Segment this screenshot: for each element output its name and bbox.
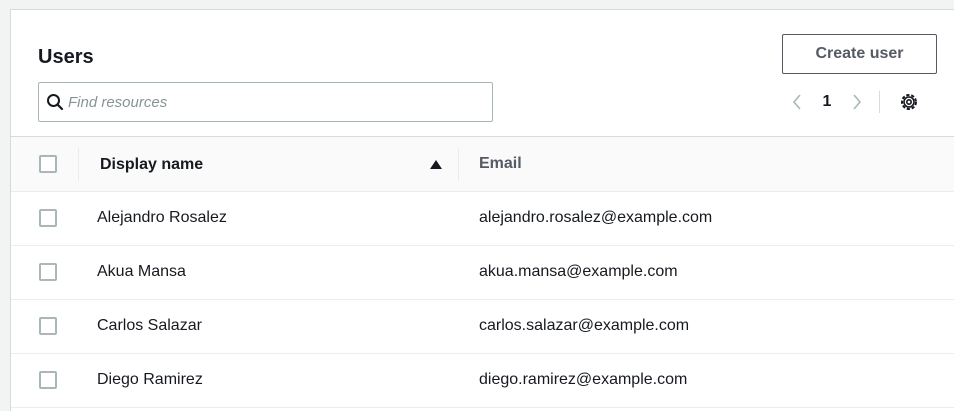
chevron-left-icon[interactable] (787, 90, 807, 114)
email-cell: alejandro.rosalez@example.com (479, 209, 713, 226)
search-icon (45, 92, 65, 112)
row-checkbox[interactable] (39, 263, 57, 281)
chevron-right-icon[interactable] (847, 90, 867, 114)
search-field[interactable] (38, 82, 493, 122)
table-header: Display name Email (11, 136, 954, 192)
column-divider[interactable] (458, 148, 459, 181)
sort-ascending-icon[interactable] (428, 157, 444, 173)
display-name-cell: Carlos Salazar (97, 317, 202, 334)
page-title: Users (38, 46, 94, 68)
users-panel: Users Create user 1 (10, 9, 954, 411)
email-cell: diego.ramirez@example.com (479, 371, 688, 388)
row-checkbox[interactable] (39, 317, 57, 335)
pager-divider (879, 91, 880, 113)
row-checkbox[interactable] (39, 209, 57, 227)
email-cell: carlos.salazar@example.com (479, 317, 690, 334)
search-input[interactable] (68, 93, 468, 111)
column-header-email[interactable]: Email (479, 155, 522, 173)
display-name-cell: Diego Ramirez (97, 371, 203, 388)
create-user-button[interactable]: Create user (782, 34, 937, 74)
current-page[interactable]: 1 (813, 93, 841, 111)
row-checkbox[interactable] (39, 371, 57, 389)
column-divider (78, 148, 79, 181)
display-name-cell: Alejandro Rosalez (97, 209, 227, 226)
table-row[interactable]: Carlos Salazar carlos.salazar@example.co… (11, 300, 954, 354)
pagination: 1 (787, 90, 920, 114)
table-row[interactable]: Alejandro Rosalez alejandro.rosalez@exam… (11, 192, 954, 246)
select-all-checkbox[interactable] (39, 155, 57, 173)
display-name-cell: Akua Mansa (97, 263, 186, 280)
table-row[interactable]: Akua Mansa akua.mansa@example.com (11, 246, 954, 300)
column-header-display-name[interactable]: Display name (100, 156, 203, 174)
email-cell: akua.mansa@example.com (479, 263, 678, 280)
gear-icon[interactable] (898, 91, 920, 113)
table-row[interactable]: Diego Ramirez diego.ramirez@example.com (11, 354, 954, 408)
users-table: Display name Email Alejandro Rosalez ale… (11, 136, 954, 408)
